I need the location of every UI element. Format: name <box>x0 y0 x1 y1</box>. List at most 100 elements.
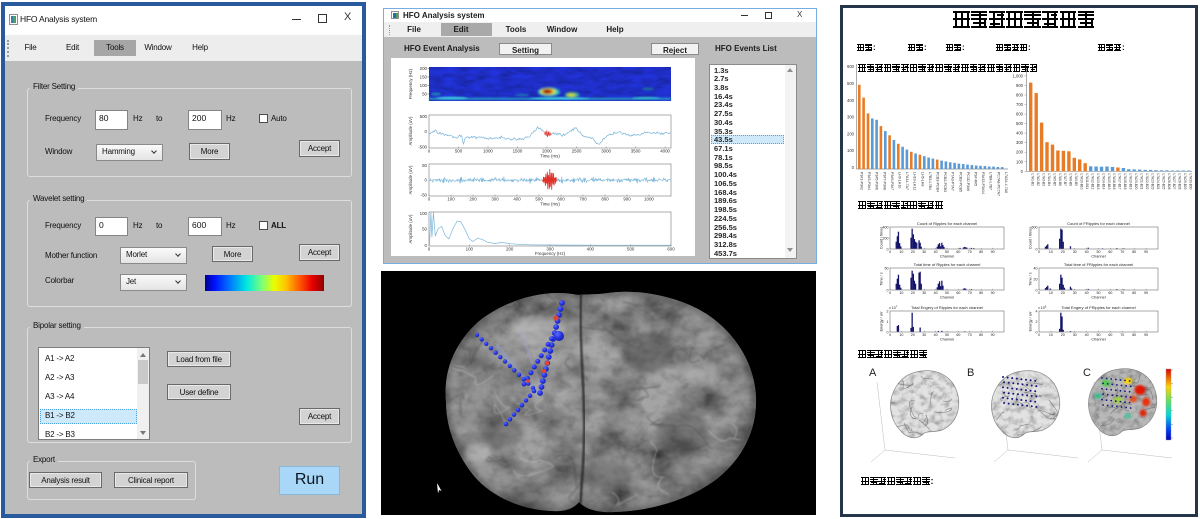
svg-text:0: 0 <box>889 291 891 295</box>
svg-text:P3#9-P3#7: P3#9-P3#7 <box>890 172 894 190</box>
svg-text:800: 800 <box>601 197 609 202</box>
svg-text:L7A28-B28: L7A28-B28 <box>1178 174 1182 190</box>
svg-text:L7A6-B6: L7A6-B6 <box>1058 174 1062 187</box>
svg-text:10: 10 <box>1049 250 1053 254</box>
svg-text:B: B <box>967 367 974 379</box>
svg-text:Channel: Channel <box>1091 255 1105 259</box>
svg-text:PCB2-PCB3: PCB2-PCB3 <box>943 172 947 192</box>
svg-text:100: 100 <box>447 197 455 202</box>
svg-text:50: 50 <box>945 291 949 295</box>
svg-text:60: 60 <box>956 333 960 337</box>
svg-text:60: 60 <box>1108 333 1112 337</box>
svg-text:Time / s: Time / s <box>880 272 884 285</box>
svg-text:Frequency (Hz): Frequency (Hz) <box>535 251 566 256</box>
svg-text:70: 70 <box>1120 250 1124 254</box>
svg-text:50: 50 <box>422 163 427 168</box>
svg-text:0: 0 <box>1038 291 1040 295</box>
svg-text:80: 80 <box>979 333 983 337</box>
svg-text:70: 70 <box>1120 333 1124 337</box>
svg-text:900: 900 <box>623 197 631 202</box>
svg-text:P3#1-P3#2: P3#1-P3#2 <box>860 172 864 190</box>
svg-text:3500: 3500 <box>631 149 641 154</box>
svg-text:C: C <box>1083 367 1091 379</box>
svg-text:L7A20-B20: L7A20-B20 <box>1134 174 1138 190</box>
svg-text:80: 80 <box>1132 333 1136 337</box>
svg-text:PC7A8-PC7A7: PC7A8-PC7A7 <box>996 172 1000 196</box>
svg-text:0: 0 <box>887 288 889 292</box>
svg-text:L7A10-B10: L7A10-B10 <box>1080 174 1084 190</box>
svg-text:Channel: Channel <box>940 296 954 300</box>
svg-text:L7A14-7A7: L7A14-7A7 <box>905 172 909 190</box>
svg-text:80: 80 <box>1132 250 1136 254</box>
svg-text:600: 600 <box>847 64 855 69</box>
svg-text:L7A2-B2: L7A2-B2 <box>1036 174 1040 187</box>
svg-text:20: 20 <box>1034 277 1038 281</box>
svg-text:1500: 1500 <box>513 149 523 154</box>
svg-text:Count / times: Count / times <box>880 227 884 249</box>
svg-text:0: 0 <box>1021 169 1024 174</box>
svg-text:700: 700 <box>1016 102 1024 107</box>
svg-text:0: 0 <box>1036 330 1038 334</box>
svg-text:10: 10 <box>1049 291 1053 295</box>
svg-text:20: 20 <box>1061 291 1065 295</box>
svg-text:L7A23-B23: L7A23-B23 <box>1150 174 1154 190</box>
svg-text:100: 100 <box>847 148 855 153</box>
svg-text:500: 500 <box>1016 121 1024 126</box>
svg-text:50: 50 <box>422 227 427 232</box>
svg-text:90: 90 <box>1144 250 1148 254</box>
svg-text:PCB3-PCB5: PCB3-PCB5 <box>958 172 962 192</box>
svg-text:80: 80 <box>979 250 983 254</box>
svg-text:30: 30 <box>922 250 926 254</box>
svg-text:2: 2 <box>887 309 889 313</box>
svg-text:LH5-LH8: LH5-LH8 <box>920 172 924 186</box>
svg-text:L7A5-B5: L7A5-B5 <box>1052 174 1056 187</box>
svg-text:Total time of FRipples for eac: Total time of FRipples for each channel <box>1064 262 1133 267</box>
svg-text:500: 500 <box>847 81 855 86</box>
svg-text:30: 30 <box>1073 250 1077 254</box>
svg-text:50: 50 <box>1097 291 1101 295</box>
svg-text:90: 90 <box>1144 333 1148 337</box>
svg-text:Total Engery of FRipples for e: Total Engery of FRipples for each channe… <box>1061 305 1135 310</box>
svg-text:2: 2 <box>1036 320 1038 324</box>
svg-text:60: 60 <box>956 250 960 254</box>
svg-text:0: 0 <box>428 247 431 252</box>
svg-text:70: 70 <box>968 250 972 254</box>
svg-text:P3#3-P3#4: P3#3-P3#4 <box>867 172 871 190</box>
svg-text:40: 40 <box>1034 266 1038 270</box>
svg-text:L7A4-B4: L7A4-B4 <box>1047 174 1051 187</box>
svg-text:500: 500 <box>420 114 428 119</box>
svg-text:L7B3-L7B4: L7B3-L7B4 <box>928 172 932 190</box>
svg-text:L7A11-B11: L7A11-B11 <box>1085 174 1089 190</box>
svg-text:x 107: x 107 <box>889 305 898 311</box>
svg-text:30: 30 <box>1073 333 1077 337</box>
svg-text:600: 600 <box>667 247 675 252</box>
svg-text:400: 400 <box>513 197 521 202</box>
svg-text:0: 0 <box>889 333 891 337</box>
svg-text:LH9-LH10: LH9-LH10 <box>898 172 902 188</box>
svg-text:L7A12-B12: L7A12-B12 <box>1091 174 1095 190</box>
svg-text:Time (ms): Time (ms) <box>540 202 560 207</box>
svg-text:50: 50 <box>885 266 889 270</box>
svg-text:70: 70 <box>1120 291 1124 295</box>
svg-text:300: 300 <box>1016 140 1024 145</box>
svg-text:200: 200 <box>1016 150 1024 155</box>
svg-text:200: 200 <box>420 66 428 71</box>
svg-text:PC1D-P3#6: PC1D-P3#6 <box>966 172 970 191</box>
svg-text:300: 300 <box>847 115 855 120</box>
svg-text:L7A9-B9: L7A9-B9 <box>1074 174 1078 187</box>
svg-text:L7A1-B1: L7A1-B1 <box>1031 174 1035 187</box>
svg-text:10: 10 <box>899 250 903 254</box>
svg-text:70: 70 <box>968 291 972 295</box>
svg-text:P3#13-P3#14: P3#13-P3#14 <box>981 172 985 194</box>
svg-text:50: 50 <box>1097 250 1101 254</box>
svg-text:L7A18-B18: L7A18-B18 <box>1123 174 1127 190</box>
svg-text:0: 0 <box>889 250 891 254</box>
svg-text:50: 50 <box>945 250 949 254</box>
svg-text:0: 0 <box>428 197 431 202</box>
svg-text:-50: -50 <box>421 193 428 198</box>
svg-text:30: 30 <box>1073 291 1077 295</box>
svg-text:L7A19-B19: L7A19-B19 <box>1129 174 1133 190</box>
svg-text:L7A15-B15: L7A15-B15 <box>1107 174 1111 190</box>
svg-text:90: 90 <box>991 333 995 337</box>
svg-text:40: 40 <box>1085 291 1089 295</box>
